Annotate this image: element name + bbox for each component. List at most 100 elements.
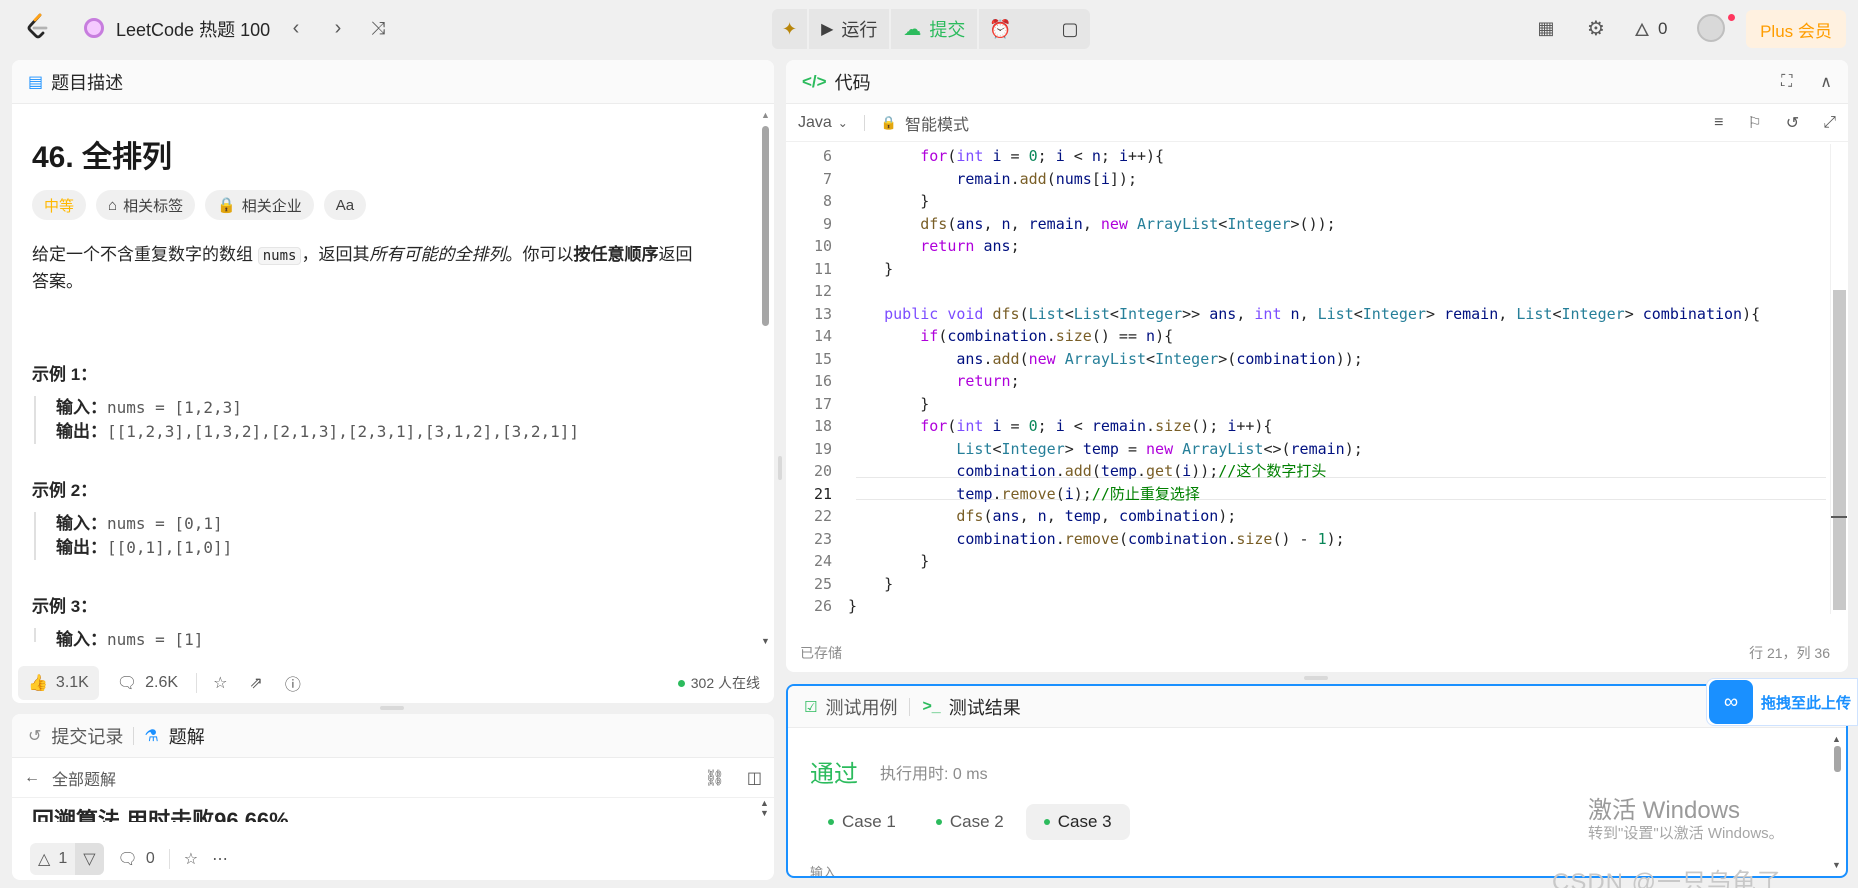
document-icon: ▤ [28, 73, 44, 91]
problem-list-title[interactable]: LeetCode 热题 100 [116, 16, 270, 42]
case-tab-2[interactable]: Case 2 [918, 804, 1022, 840]
reset-icon[interactable]: ↺ [1786, 113, 1799, 133]
like-button[interactable]: 👍 3.1K [18, 666, 99, 700]
bookmark-icon[interactable]: ⚐ [1747, 113, 1761, 133]
input-label: 输入 [810, 865, 837, 878]
solution-title[interactable]: 回溯算法 用时击败96.66% [32, 810, 752, 823]
online-count: 302 人在线 [690, 675, 760, 691]
solutions-panel: ↺ 提交记录 ⚗ 题解 ← 全部题解 ⛓ ◫ 回溯算法 用时击败96.66% ▲… [12, 714, 774, 880]
code-editor[interactable]: 6 for(int i = 0; i < n; i++){ 7 remain.a… [786, 144, 1826, 616]
test-scrollbar[interactable]: ▲ ▼ [1832, 734, 1844, 874]
terminal-icon: >_ [922, 697, 941, 715]
timer-button[interactable]: ⏰ [979, 9, 1021, 49]
editor-resize-handle[interactable] [1304, 676, 1328, 680]
solutions-nav: ← 全部题解 ⛓ ◫ [12, 758, 774, 798]
solution-comments-button[interactable]: 🗨 0 [118, 849, 155, 869]
split-view-icon[interactable]: ◫ [747, 768, 762, 788]
all-solutions-link[interactable]: 全部题解 [52, 766, 116, 790]
editor-scrollbar[interactable] [1830, 144, 1847, 614]
upvote-button[interactable]: △ 1 [30, 849, 75, 869]
thumbs-up-icon: 👍 [28, 675, 48, 692]
problem-list-icon[interactable] [84, 18, 104, 38]
statement-text: ，返回其 [301, 245, 370, 264]
streak-flame-icon[interactable]: 🜂 [1630, 16, 1654, 40]
tab-test-cases[interactable]: 测试用例 [825, 694, 897, 720]
history-icon: ↺ [28, 727, 42, 745]
avatar[interactable] [1697, 14, 1725, 42]
shuffle-icon[interactable]: ⤨ [366, 16, 390, 40]
cloud-upload-icon: ☁ [903, 18, 922, 39]
fullscreen-icon[interactable]: ⛶ [1781, 73, 1792, 91]
example-output: [[1,2,3],[1,3,2],[2,1,3],[2,3,1],[3,1,2]… [107, 422, 580, 441]
related-companies-button[interactable]: 🔒 相关企业 [205, 190, 314, 220]
layout-icon[interactable]: ▦ [1534, 16, 1558, 40]
comment-count: 2.6K [145, 674, 179, 691]
format-icon[interactable]: ≡ [1714, 114, 1723, 132]
prev-problem-icon[interactable]: ‹ [284, 16, 308, 40]
help-icon[interactable]: ⓘ [279, 671, 307, 695]
star-icon[interactable]: ☆ [184, 849, 198, 869]
collapse-icon[interactable]: ∧ [1820, 72, 1832, 92]
star-icon[interactable]: ☆ [207, 673, 233, 693]
activate-windows-title: 激活 Windows [1588, 797, 1741, 824]
case-tab-1[interactable]: Case 1 [810, 804, 914, 840]
tab-submissions[interactable]: 提交记录 [51, 723, 123, 749]
example-block: 输入：nums = [1,2,3] 输出：[[1,2,3],[1,3,2],[2… [34, 396, 734, 444]
statement-text: 返回 [658, 245, 693, 264]
debug-button[interactable]: ✦ [772, 9, 807, 49]
notes-button[interactable]: ▢ [1050, 9, 1090, 49]
upvote-count: 1 [58, 850, 68, 867]
lock-icon: 🔒 [880, 114, 898, 130]
editor-mode-label[interactable]: 智能模式 [905, 111, 969, 135]
language-select[interactable]: Java ⌄ [798, 114, 848, 132]
description-scrollbar[interactable]: ▲ ▼ [760, 110, 770, 650]
statement-text: 。你可以 [505, 245, 574, 264]
tab-solutions[interactable]: 题解 [169, 723, 205, 749]
input-label: 输入： [56, 398, 107, 417]
example-title: 示例 2： [32, 481, 98, 500]
leetcode-logo[interactable] [24, 12, 52, 42]
code-tab[interactable]: </> 代码 ⛶ ∧ [786, 60, 1848, 104]
translate-button[interactable]: Aa [323, 190, 367, 220]
share-icon[interactable]: ⇗ [243, 673, 268, 693]
more-icon[interactable]: ⋯ [212, 849, 228, 869]
drag-upload-widget[interactable]: ∞ 拖拽至此上传 [1706, 678, 1858, 726]
comment-icon: 🗨 [116, 675, 138, 692]
example-output: [[0,1],[1,0]] [107, 538, 233, 557]
plus-member-button[interactable]: Plus 会员 [1746, 10, 1846, 48]
checkbox-icon: ☑ [804, 698, 818, 716]
related-topics-button[interactable]: ⌂ 相关标签 [96, 190, 196, 220]
tag-icon: ⌂ [108, 196, 118, 214]
run-toolbar: ✦ ▶ 运行 ☁ 提交 ⏰ [772, 9, 1088, 49]
expand-icon[interactable]: ⤢ [1823, 114, 1836, 132]
like-count: 3.1K [55, 674, 89, 691]
comments-button[interactable]: 🗨 2.6K [109, 673, 186, 693]
back-arrow-icon[interactable]: ← [24, 769, 40, 787]
case-tab-3[interactable]: Case 3 [1025, 804, 1130, 840]
top-bar: LeetCode 热题 100 ‹ › ⤨ ✦ ▶ 运行 ☁ 提交 ⏰ ▢ ▦ … [0, 0, 1858, 56]
solution-title-partial: 回溯算法 用时击败96.66% [32, 808, 752, 823]
play-icon: ▶ [821, 21, 834, 38]
notification-dot [1728, 14, 1735, 21]
tab-test-result[interactable]: 测试结果 [949, 694, 1021, 720]
downvote-button[interactable]: ▽ [75, 843, 104, 875]
submit-label: 提交 [929, 20, 966, 40]
comment-icon: 🗨 [117, 851, 138, 868]
description-panel: ▤ 题目描述 46. 全排列 中等 ⌂ 相关标签 🔒 相关企业 Aa 给定一个不含重… [12, 60, 774, 703]
translate-icon: Aa [335, 196, 355, 214]
solutions-scrollbar[interactable]: ▲ ▼ [760, 798, 770, 838]
description-tab[interactable]: ▤ 题目描述 [12, 60, 774, 104]
submit-button[interactable]: ☁ 提交 [891, 9, 977, 49]
vertical-resize-handle[interactable] [778, 456, 782, 480]
statement-text: 给定一个不含重复数字的数组 [32, 245, 253, 264]
solutions-tabs: ↺ 提交记录 ⚗ 题解 [12, 714, 774, 758]
next-problem-icon[interactable]: › [326, 16, 350, 40]
horizontal-resize-handle[interactable] [380, 706, 404, 710]
run-button[interactable]: ▶ 运行 [809, 9, 889, 49]
language-label: Java [798, 113, 832, 131]
flask-icon: ⚗ [144, 727, 159, 745]
plus-label: Plus 会员 [1760, 21, 1832, 41]
settings-gear-icon[interactable]: ⚙ [1584, 16, 1608, 40]
debug-icon: ✦ [782, 18, 798, 39]
link-icon[interactable]: ⛓ [705, 768, 725, 788]
